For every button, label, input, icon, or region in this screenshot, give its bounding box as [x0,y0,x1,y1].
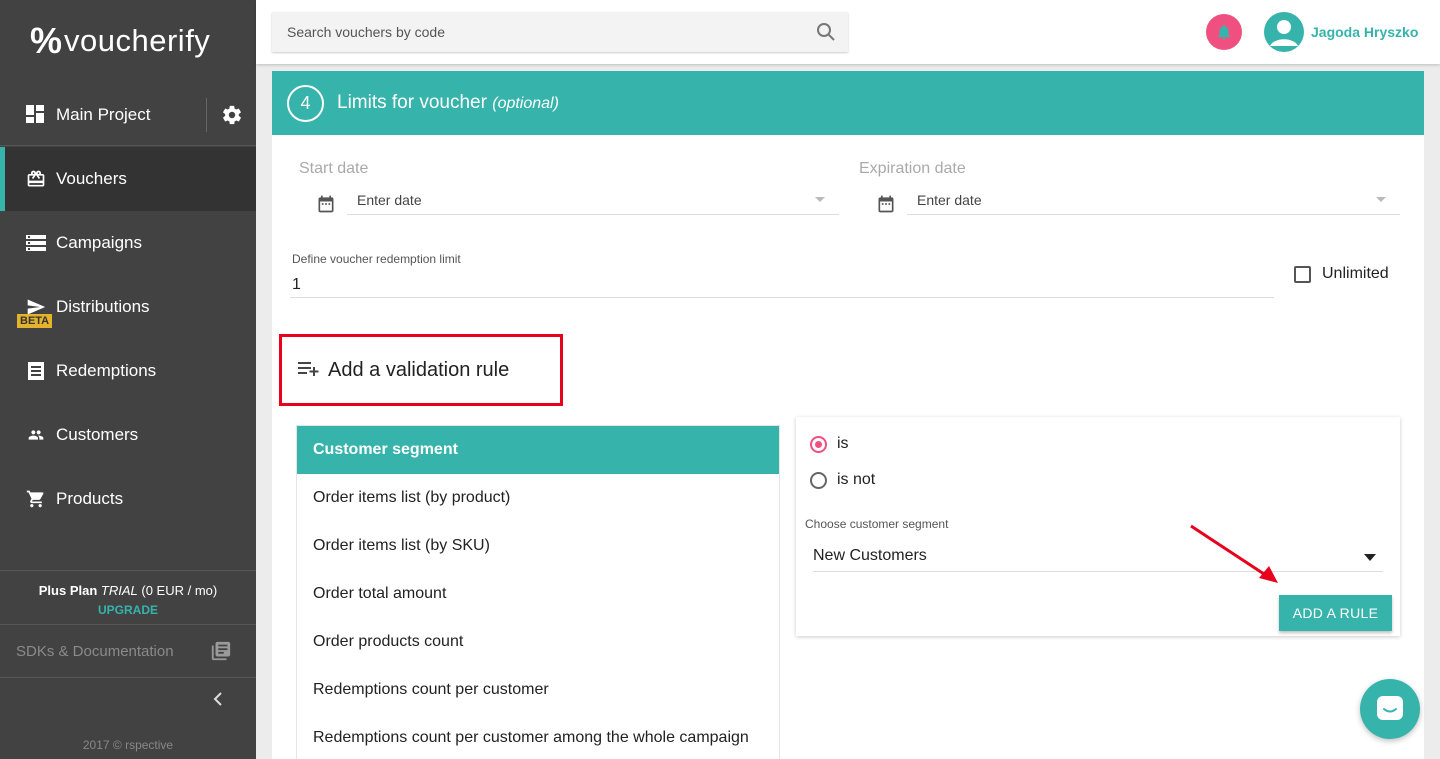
search-icon[interactable] [816,22,836,47]
list-item[interactable]: Order items list (by SKU) [297,522,779,570]
annotation-arrow-icon [1190,524,1278,583]
add-a-rule-button[interactable]: ADD A RULE [1279,595,1392,631]
sidebar-item-customers[interactable]: Customers [0,403,256,467]
sidebar-item-label: Redemptions [56,361,157,380]
sidebar-item-redemptions[interactable]: Redemptions [0,339,256,403]
playlist-add-icon [298,359,320,382]
start-date-placeholder: Enter date [357,191,422,208]
sidebar-item-label: Campaigns [56,233,142,252]
segment-label: Choose customer segment [805,517,949,531]
sidebar-item-label: Customers [56,425,139,444]
unlimited-label: Unlimited [1322,265,1389,282]
chevron-left-icon [213,692,222,706]
rule-config-card: is is not Choose customer segment New Cu… [796,417,1400,636]
sdk-documentation-link[interactable]: SDKs & Documentation [0,626,256,678]
collapse-sidebar-button[interactable] [212,690,224,713]
list-item[interactable]: Order products count [297,618,779,666]
chevron-down-icon [1364,554,1376,561]
gift-icon [25,168,47,190]
logo-mark: % [30,20,62,61]
start-date-field[interactable]: Enter date [347,185,839,215]
library-books-icon [210,640,232,666]
plan-trial: TRIAL [100,583,138,598]
segment-value: New Customers [813,547,927,564]
step-number: 4 [287,84,324,122]
logo[interactable]: % voucherify [0,0,256,82]
list-item[interactable]: Redemptions count per customer [297,666,779,714]
sidebar-item-vouchers[interactable]: Vouchers [0,147,256,211]
sidebar-item-label: Distributions [56,297,150,316]
expiration-date-field[interactable]: Enter date [907,185,1400,215]
chat-icon [1377,696,1403,720]
search-bar[interactable] [272,12,848,52]
project-name: Main Project [56,104,151,124]
sidebar-item-label: Products [56,489,124,508]
receipt-icon [25,360,47,382]
bell-icon [1218,24,1230,40]
gear-icon [222,105,241,125]
rule-type-list: Customer segment Order items list (by pr… [296,425,780,759]
list-item[interactable]: Redemptions count per customer among the… [297,714,779,759]
sdk-label: SDKs & Documentation [16,643,174,660]
upgrade-link[interactable]: UPGRADE [0,603,256,617]
cart-icon [25,488,47,510]
people-icon [25,424,47,446]
project-settings-button[interactable] [206,98,256,132]
limits-panel: 4 Limits for voucher (optional) Start da… [272,71,1424,759]
copyright: 2017 © rspective [82,738,174,752]
section-title-text: Limits for voucher [337,92,487,113]
list-item[interactable]: Order total amount [297,570,779,618]
add-validation-rule-label: Add a validation rule [328,358,510,381]
radio-is-label: is [837,435,849,452]
redemption-limit-label: Define voucher redemption limit [292,252,461,266]
plan-name: Plus Plan [38,583,98,598]
expiration-date-label: Expiration date [859,160,966,177]
radio-button[interactable] [810,471,827,489]
list-item[interactable]: Customer segment [297,426,779,474]
plan-price: (0 EUR / mo) [141,583,218,598]
calendar-icon [876,193,896,220]
dashboard-icon [25,104,47,126]
sidebar-item-products[interactable]: Products [0,467,256,531]
list-icon [25,232,47,254]
section-title: Limits for voucher (optional) [337,92,559,114]
list-item[interactable]: Order items list (by product) [297,474,779,522]
radio-is[interactable]: is [810,435,849,453]
avatar[interactable] [1264,12,1304,52]
redemption-limit-input[interactable] [290,272,1274,298]
chevron-down-icon [815,197,825,202]
section-optional: (optional) [492,95,559,112]
chat-launcher-button[interactable] [1360,679,1420,739]
plan-info: Plus Plan TRIAL (0 EUR / mo) UPGRADE [0,570,256,625]
expiration-date-placeholder: Enter date [917,191,982,208]
logo-text: voucherify [64,23,211,58]
calendar-icon [316,193,336,220]
start-date-label: Start date [299,160,369,177]
account-icon [1270,20,1298,46]
user-menu[interactable]: Jagoda Hryszko [1264,12,1418,52]
search-input[interactable] [287,24,807,40]
chevron-down-icon [1376,197,1386,202]
project-selector[interactable]: Main Project [0,84,256,146]
add-validation-rule-button[interactable]: Add a validation rule [279,334,563,406]
sidebar-item-distributions[interactable]: Distributions [0,275,256,339]
sidebar-item-label: Vouchers [56,169,127,188]
sidebar: % voucherify Main Project Vouchers Campa… [0,0,256,759]
segment-select[interactable]: New Customers [813,547,1383,572]
checkbox-box[interactable] [1294,265,1311,283]
radio-is-not-label: is not [837,471,876,488]
radio-button-checked[interactable] [810,435,827,453]
radio-is-not[interactable]: is not [810,471,875,489]
notifications-button[interactable] [1206,14,1242,50]
unlimited-checkbox[interactable]: Unlimited [1294,265,1389,283]
user-name[interactable]: Jagoda Hryszko [1311,24,1418,40]
beta-badge: BETA [17,314,53,328]
topbar: Jagoda Hryszko [256,0,1440,64]
section-header: 4 Limits for voucher (optional) [272,71,1424,135]
sidebar-item-campaigns[interactable]: Campaigns [0,211,256,275]
